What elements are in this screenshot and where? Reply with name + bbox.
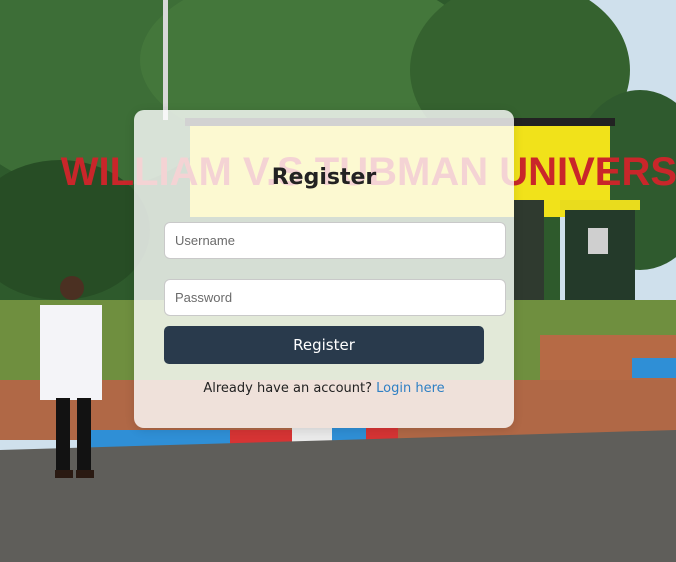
- login-link[interactable]: Login here: [376, 381, 445, 396]
- login-prompt-row: Already have an account? Login here: [134, 381, 514, 396]
- login-prompt-text: Already have an account?: [203, 381, 373, 396]
- register-card: Register Register Already have an accoun…: [134, 110, 514, 428]
- page-title: Register: [271, 165, 377, 190]
- password-input[interactable]: [164, 279, 506, 316]
- username-input[interactable]: [164, 222, 506, 259]
- register-button[interactable]: Register: [164, 326, 484, 364]
